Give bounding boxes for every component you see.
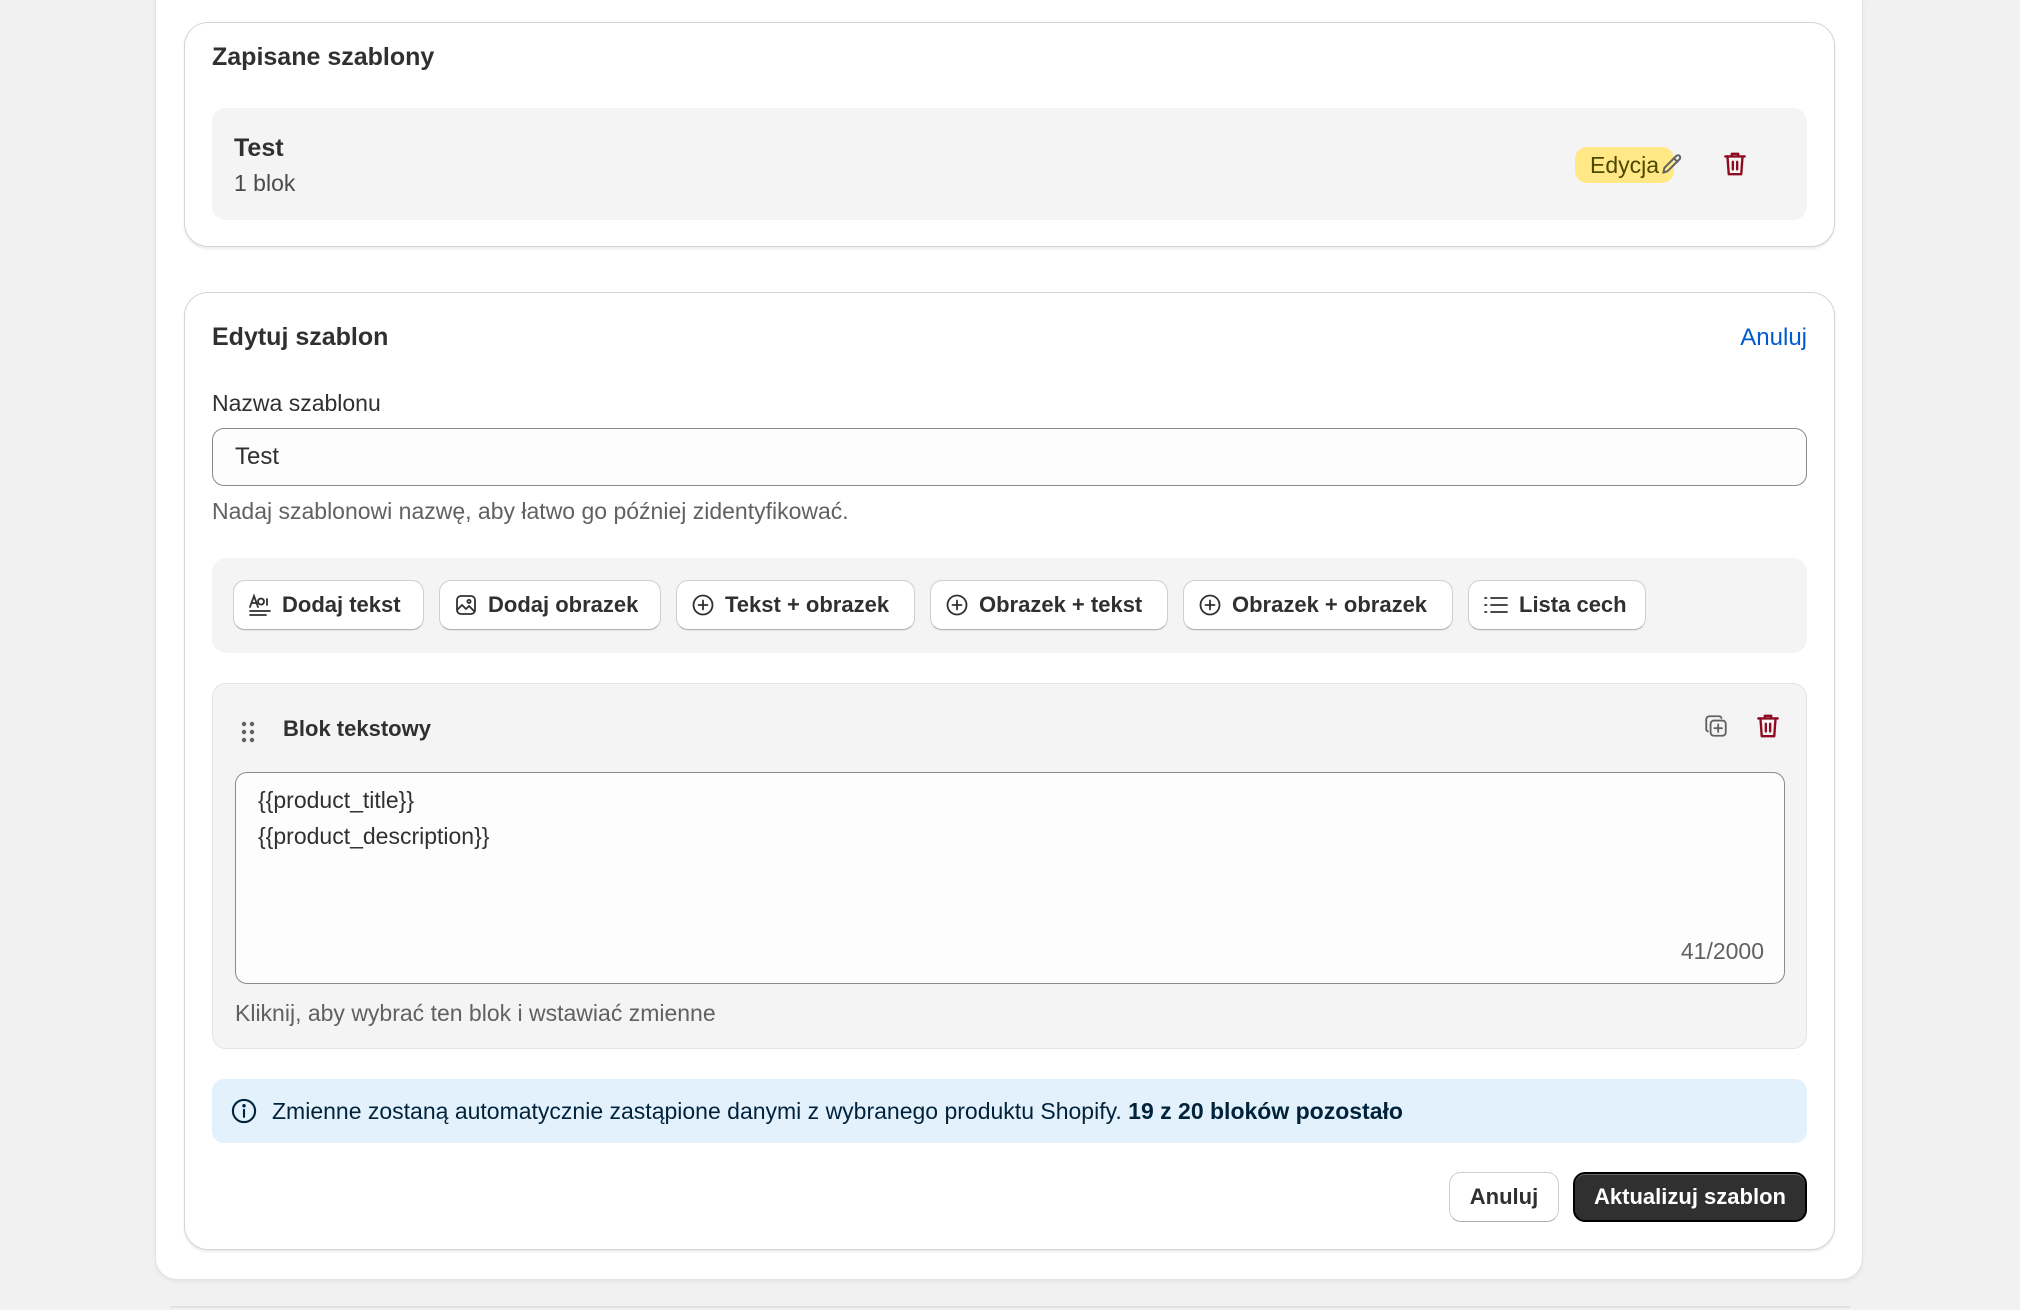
content-line: {{product_title}} [258, 787, 415, 813]
text-plus-image-button[interactable]: Tekst + obrazek [676, 580, 915, 630]
banner-text: Zmienne zostaną automatycznie zastąpione… [272, 1098, 1403, 1125]
image-plus-text-button[interactable]: Obrazek + tekst [930, 580, 1168, 630]
image-plus-image-label: Obrazek + obrazek [1232, 592, 1428, 617]
edit-template-title: Edytuj szablon [212, 323, 389, 351]
edit-pencil-icon[interactable] [1654, 146, 1690, 182]
template-name-help: Nadaj szablonowi nazwę, aby łatwo go póź… [212, 498, 849, 524]
delete-block-trash-icon[interactable] [1750, 708, 1786, 744]
delete-trash-icon[interactable] [1717, 146, 1753, 182]
block-title: Blok tekstowy [283, 716, 431, 741]
add-image-button[interactable]: Dodaj obrazek [439, 580, 661, 630]
plus-circle-icon [946, 594, 968, 616]
banner-message: Zmienne zostaną automatycznie zastąpione… [272, 1097, 1122, 1124]
list-icon [1484, 597, 1508, 613]
saved-template-block-count: 1 blok [234, 170, 296, 196]
saved-template-name: Test [234, 134, 284, 162]
info-banner: Zmienne zostaną automatycznie zastąpione… [212, 1079, 1807, 1143]
feature-list-button[interactable]: Lista cech [1468, 580, 1646, 630]
saved-template-row[interactable]: Test 1 blok Edycja [212, 108, 1807, 220]
saved-templates-card: Zapisane szablony Test 1 blok Edycja [184, 22, 1835, 247]
block-toolbar: Dodaj tekst Dodaj obrazek Tekst + obraze… [212, 558, 1807, 653]
info-icon [231, 1098, 257, 1124]
block-help-text: Kliknij, aby wybrać ten blok i wstawiać … [235, 1000, 716, 1026]
plus-circle-icon [692, 594, 714, 616]
drag-handle-icon[interactable] [235, 714, 261, 750]
divider [170, 1306, 1850, 1308]
image-icon [456, 595, 476, 615]
block-content-textarea[interactable]: {{product_title}} {{product_description}… [235, 772, 1785, 984]
image-plus-image-button[interactable]: Obrazek + obrazek [1183, 580, 1453, 630]
text-format-icon [249, 593, 271, 616]
feature-list-label: Lista cech [1519, 592, 1627, 617]
blocks-remaining: 19 z 20 bloków pozostało [1128, 1097, 1403, 1124]
edit-template-card: Edytuj szablon Anuluj Nazwa szablonu Tes… [184, 292, 1835, 1250]
template-name-input[interactable]: Test [212, 428, 1807, 486]
cancel-button[interactable]: Anuluj [1449, 1172, 1559, 1222]
add-text-label: Dodaj tekst [282, 592, 401, 617]
image-plus-text-label: Obrazek + tekst [979, 592, 1143, 617]
character-counter: 41/2000 [1680, 938, 1764, 964]
saved-templates-title: Zapisane szablony [212, 43, 435, 71]
text-block[interactable]: Blok tekstowy {{product_title}} {{produc… [212, 683, 1807, 1049]
add-text-button[interactable]: Dodaj tekst [233, 580, 424, 630]
content-line: {{product_description}} [258, 823, 490, 849]
plus-circle-icon [1199, 594, 1221, 616]
add-image-label: Dodaj obrazek [488, 592, 639, 617]
text-plus-image-label: Tekst + obrazek [725, 592, 890, 617]
duplicate-icon[interactable] [1698, 708, 1734, 744]
template-name-label: Nazwa szablonu [212, 390, 381, 416]
update-template-button[interactable]: Aktualizuj szablon [1573, 1172, 1807, 1222]
cancel-link[interactable]: Anuluj [1740, 324, 1807, 352]
